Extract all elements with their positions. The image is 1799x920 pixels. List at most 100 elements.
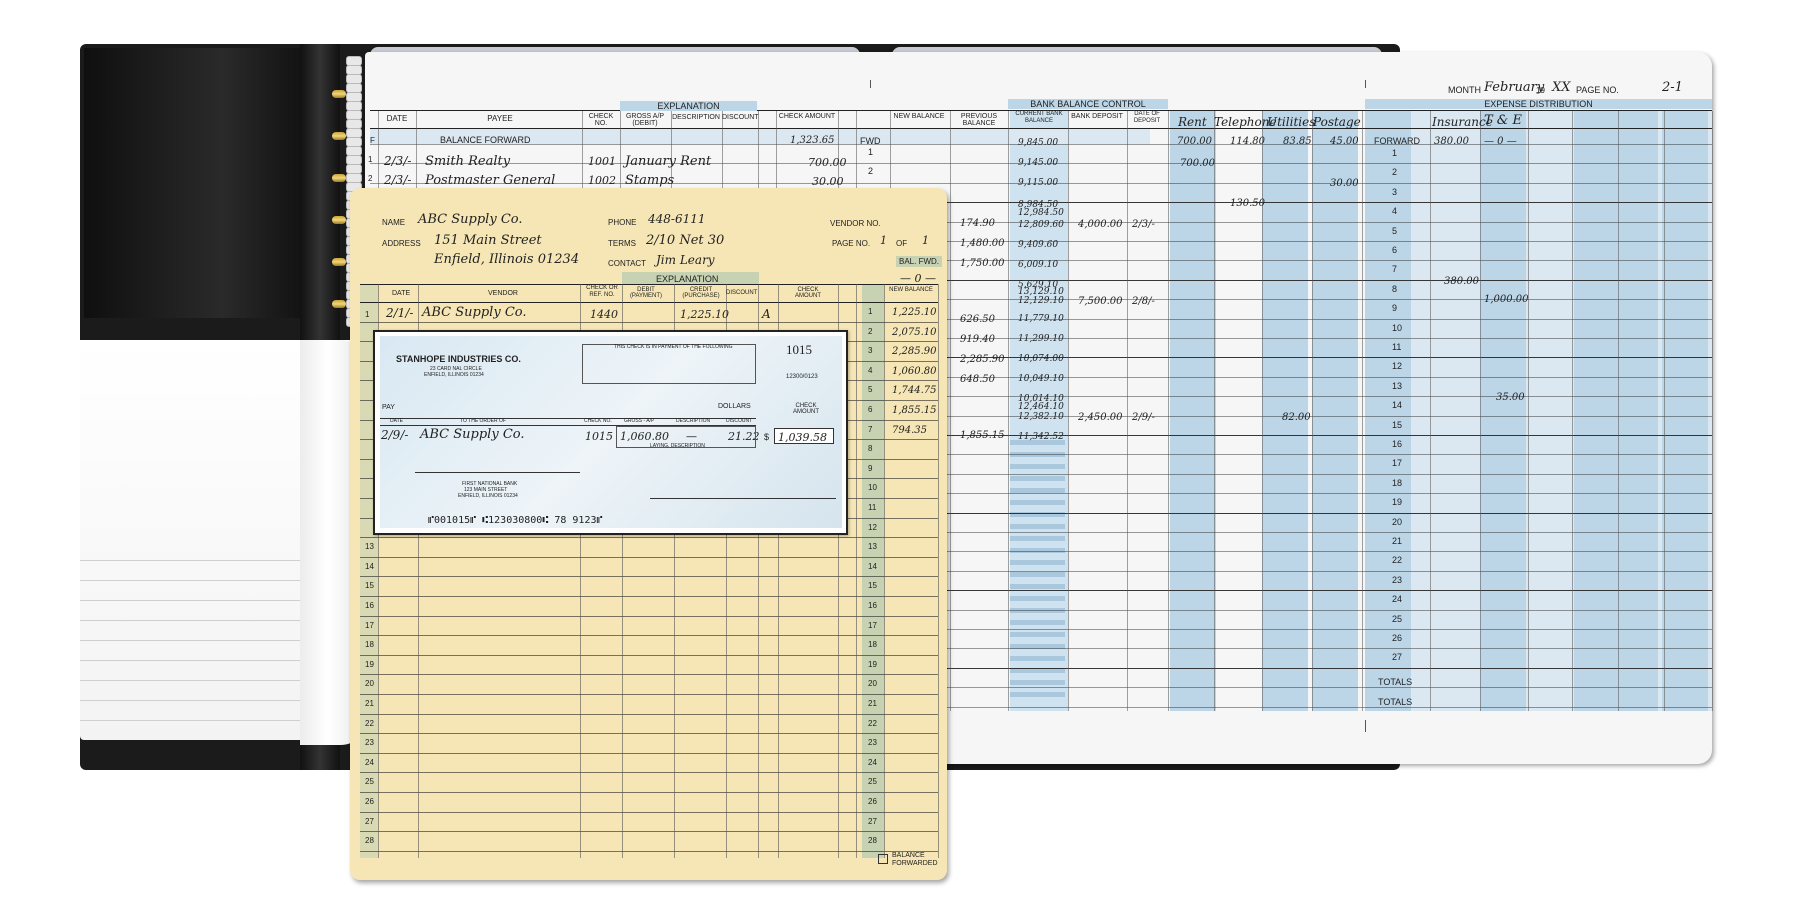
bank-balance-value: 10,049.10: [1018, 374, 1064, 384]
ledger-column-line: [1664, 111, 1665, 711]
ledger-tick: [1365, 720, 1366, 732]
card-row-number-left: 19: [365, 659, 374, 669]
ledger-bank-stripe: [1010, 680, 1065, 685]
card-row-number: 15: [868, 581, 877, 591]
card-row-number: 9: [868, 463, 873, 473]
ledger-line: [370, 128, 1712, 129]
expense-insurance: 380.00: [1444, 276, 1479, 287]
ledger-bank-stripe: [1010, 524, 1065, 529]
ledger-column-line: [1430, 111, 1431, 711]
fwd-rent: 700.00: [1177, 136, 1212, 147]
ledger-row-number-left: 1: [868, 147, 874, 157]
ledger-row-number: 18: [1392, 477, 1403, 488]
card-name-label: NAME: [382, 218, 406, 227]
ledger-blue-column: [1170, 111, 1216, 711]
ledger-column-line: [1068, 111, 1069, 711]
balance-forward: BALANCE FORWARD: [440, 135, 531, 145]
card-phone-value: 448-6111: [648, 212, 706, 226]
card-row-number-left: 28: [365, 836, 374, 846]
year-value: XX: [1552, 80, 1571, 95]
page-label: PAGE NO.: [1576, 85, 1619, 95]
card-row-number: 4: [868, 365, 873, 375]
card-row-number: 21: [868, 699, 877, 708]
entry-check: 1002: [588, 174, 616, 187]
check-remittance: LAYING, DESCRIPTION: [650, 443, 705, 449]
check-company-addr2: ENFIELD, ILLINOIS 01234: [424, 372, 484, 378]
binder-ring: [332, 258, 346, 266]
ledger-row-number: 15: [1392, 419, 1403, 430]
ledger-row-number: 19: [1392, 497, 1403, 508]
bank-balance-value: 11,342.52: [1018, 432, 1064, 442]
card-vendor-no-label: VENDOR NO.: [830, 219, 881, 228]
ledger-row-number: 16: [1392, 439, 1403, 449]
card-address-label: ADDRESS: [382, 239, 421, 248]
ledger-row-number: 22: [1392, 555, 1403, 566]
ledger-row-number: 8: [1392, 283, 1398, 294]
card-of-value: 1: [922, 234, 929, 247]
card-address-line1: 151 Main Street: [434, 233, 542, 248]
expense-col-postage: Postage: [1313, 115, 1361, 129]
card-terms-value: 2/10 Net 30: [646, 233, 725, 248]
previous-balance-value: 919.40: [960, 334, 995, 345]
card-row-number-left: 17: [365, 620, 374, 630]
bank-deposit-value: 4,000.00: [1078, 219, 1123, 230]
col-gross-ap: GROSS A/P (DEBIT): [625, 113, 665, 127]
card-row-number: 20: [868, 679, 877, 689]
check-dollar-sign: $: [764, 432, 770, 442]
check-signature-line: [650, 498, 836, 499]
ledger-bank-stripe: [1010, 620, 1065, 625]
entry-check: 1001: [588, 155, 616, 168]
col-payee: PAYEE: [487, 114, 513, 123]
card-row-number-left: 15: [365, 581, 374, 591]
ledger-column-line: [1214, 111, 1215, 711]
previous-balance-value: 1,480.00: [960, 238, 1005, 249]
card-row-number-left: 27: [365, 816, 374, 826]
previous-balance-value: 2,285.90: [960, 354, 1005, 365]
check-col-date: DATE: [390, 418, 403, 424]
expense-col-te: T & E: [1484, 113, 1522, 128]
card-line: [360, 654, 938, 656]
explanation-header: EXPLANATION: [620, 101, 757, 111]
bank-balance-value: 12,382.10: [1018, 412, 1064, 422]
expense-utilities: 82.00: [1282, 412, 1311, 423]
bank-balance-value: 11,299.10: [1018, 334, 1064, 344]
card-line: [360, 321, 938, 323]
card-row-number: 26: [868, 797, 877, 806]
card-row-number: 28: [868, 836, 877, 846]
ledger-row-number: 20: [1392, 516, 1403, 527]
ledger-column-line: [1572, 111, 1573, 711]
expense-telephone: 130.50: [1230, 198, 1265, 209]
balance-forwarded-checkbox[interactable]: [878, 854, 888, 864]
ledger-expense-area: [1365, 111, 1712, 711]
card-phone-label: PHONE: [608, 218, 637, 227]
ledger-row-number: 4: [1392, 206, 1398, 217]
deposit-date-value: 2/8/-: [1132, 296, 1155, 307]
card-row-number-left: 14: [365, 561, 374, 571]
card-line: [360, 772, 938, 774]
card-line: [360, 635, 938, 637]
check-routing-small: 12300/0123: [786, 374, 818, 380]
bank-balance-value: 12,809.60: [1018, 220, 1064, 230]
ledger-bank-stripe: [1010, 476, 1065, 481]
ledger-column-line: [1362, 111, 1363, 711]
card-line: [360, 576, 938, 578]
previous-balance-value: 626.50: [960, 314, 995, 325]
card-line: [360, 302, 938, 303]
check-dollars-label: DOLLARS: [718, 403, 751, 410]
check-pay-label: PAY: [382, 404, 395, 411]
expense-te: 1,000.00: [1484, 294, 1529, 305]
entry-amount: 700.00: [808, 156, 847, 169]
entry-payee: Smith Realty: [425, 154, 511, 169]
ledger-bank-stripe: [1010, 464, 1065, 469]
card-contact-label: CONTACT: [608, 259, 647, 268]
page-value: 2-1: [1662, 80, 1683, 95]
col-date: DATE: [386, 114, 408, 123]
fwd-te: — 0 —: [1484, 136, 1517, 147]
year-prefix: 19: [1536, 86, 1545, 95]
expense-postage: 30.00: [1330, 178, 1359, 189]
ledger-bank-stripe: [1010, 572, 1065, 577]
ledger-row-number: 2: [1392, 167, 1398, 178]
ledger-bank-stripe: [1010, 656, 1065, 661]
bank-balance-value: 9,845.00: [1018, 138, 1059, 148]
bank-deposit-value: 2,450.00: [1078, 412, 1123, 423]
